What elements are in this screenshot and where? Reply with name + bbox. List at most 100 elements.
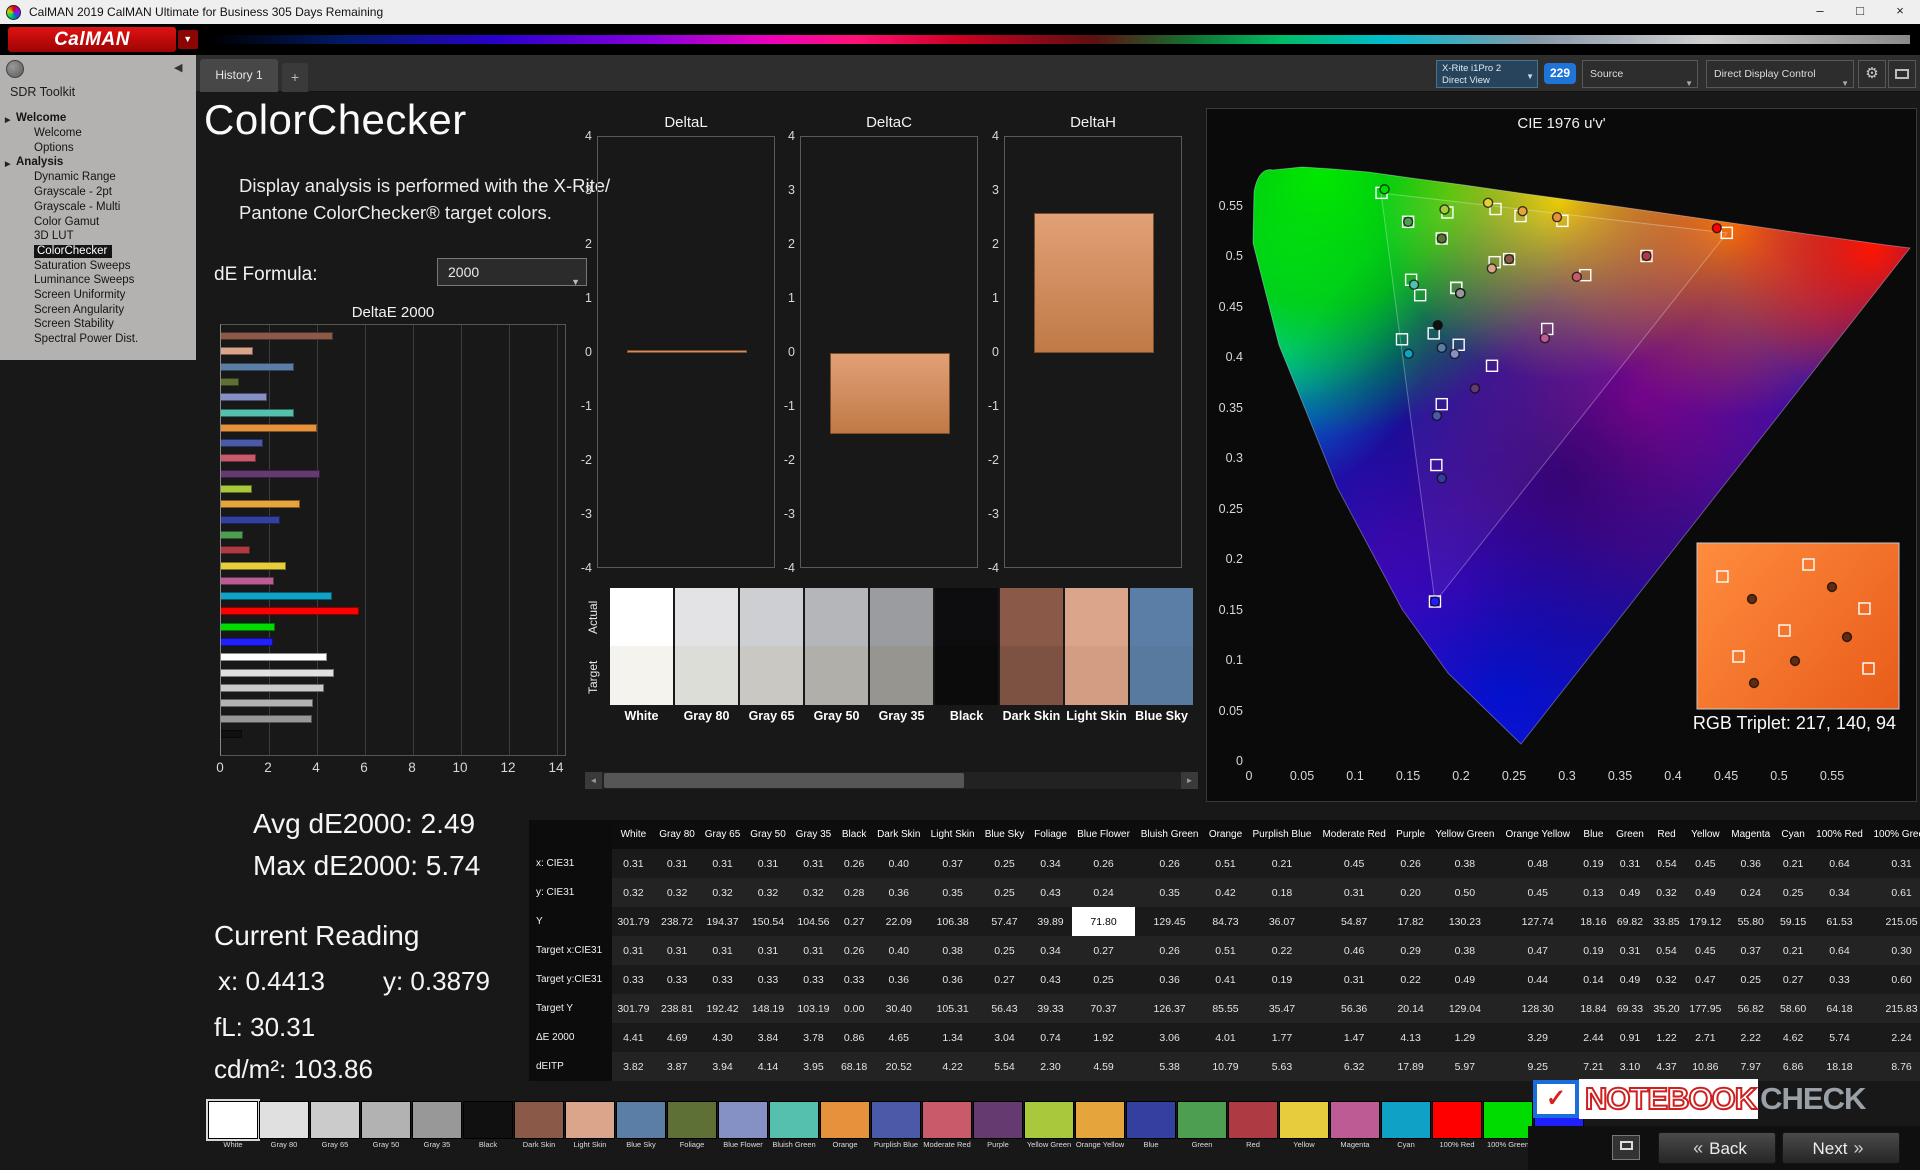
table-cell[interactable]: 36.07 [1247, 907, 1317, 936]
table-cell[interactable]: 3.78 [791, 1023, 836, 1052]
table-cell[interactable]: 0.25 [1775, 878, 1811, 907]
table-cell[interactable]: 301.79 [612, 907, 654, 936]
sidebar-item-welcome[interactable]: Welcome [0, 126, 196, 141]
patch-magenta[interactable]: Magenta [1330, 1101, 1380, 1150]
table-cell[interactable]: 238.72 [654, 907, 699, 936]
maximize-button[interactable]: □ [1840, 0, 1880, 24]
table-cell[interactable]: 39.89 [1029, 907, 1072, 936]
table-cell[interactable]: 5.38 [1135, 1052, 1204, 1081]
table-cell[interactable]: 6.32 [1317, 1052, 1391, 1081]
table-cell[interactable]: 0.33 [836, 965, 872, 994]
table-cell[interactable]: 0.54 [1649, 849, 1685, 878]
patch-yellow-green[interactable]: Yellow Green [1024, 1101, 1074, 1150]
table-cell[interactable]: 0.21 [1247, 849, 1317, 878]
table-cell[interactable]: 0.26 [836, 849, 872, 878]
table-cell[interactable]: 0.32 [791, 878, 836, 907]
sidebar-item-spectral-power-dist[interactable]: Spectral Power Dist. [0, 332, 196, 347]
source-dropdown[interactable]: Source ▼ [1582, 60, 1698, 88]
scrollbar-thumb[interactable] [604, 773, 964, 788]
table-cell[interactable]: 0.42 [1204, 878, 1247, 907]
table-cell[interactable]: 59.15 [1775, 907, 1811, 936]
table-cell[interactable]: 3.82 [612, 1052, 654, 1081]
compare-patch-gray-65[interactable]: Gray 65 [740, 588, 803, 728]
table-cell[interactable]: 0.31 [700, 849, 745, 878]
table-cell[interactable]: 215.05 [1868, 907, 1920, 936]
table-cell[interactable]: 1.22 [1649, 1023, 1685, 1052]
table-cell[interactable]: 22.09 [872, 907, 926, 936]
display-windows-button[interactable] [1888, 60, 1916, 88]
table-cell[interactable]: 0.31 [791, 936, 836, 965]
table-cell[interactable]: 20.52 [872, 1052, 926, 1081]
table-cell[interactable]: 0.31 [700, 936, 745, 965]
compare-patch-gray-35[interactable]: Gray 35 [870, 588, 933, 728]
table-cell[interactable]: 1.29 [1430, 1023, 1500, 1052]
table-cell[interactable]: 5.74 [1811, 1023, 1868, 1052]
table-cell[interactable]: 0.21 [1775, 936, 1811, 965]
table-cell[interactable]: 0.35 [1135, 878, 1204, 907]
table-cell[interactable]: 179.12 [1684, 907, 1726, 936]
table-cell[interactable]: 0.24 [1726, 878, 1775, 907]
table-cell[interactable]: 2.22 [1726, 1023, 1775, 1052]
table-cell[interactable]: 0.21 [1775, 849, 1811, 878]
settings-gear-button[interactable]: ⚙ [1858, 60, 1886, 88]
table-cell[interactable]: 0.45 [1500, 878, 1576, 907]
sidebar-item-colorchecker[interactable]: ColorChecker [0, 244, 196, 259]
table-cell[interactable]: 0.31 [791, 849, 836, 878]
table-cell[interactable]: 0.31 [612, 849, 654, 878]
table-cell[interactable]: 129.45 [1135, 907, 1204, 936]
table-cell[interactable]: 0.36 [1135, 965, 1204, 994]
table-cell[interactable]: 1.47 [1317, 1023, 1391, 1052]
table-cell[interactable]: 0.38 [926, 936, 980, 965]
table-cell[interactable]: 194.37 [700, 907, 745, 936]
add-tab-button[interactable]: + [282, 63, 308, 92]
table-cell[interactable]: 0.26 [836, 936, 872, 965]
table-cell[interactable]: 0.50 [1430, 878, 1500, 907]
layout-toggle-button[interactable] [1612, 1135, 1640, 1160]
table-cell[interactable]: 0.35 [926, 878, 980, 907]
table-cell[interactable]: 0.33 [612, 965, 654, 994]
sidebar-section-analysis[interactable]: ▶Analysis [0, 155, 196, 170]
table-cell[interactable]: 3.04 [980, 1023, 1030, 1052]
table-cell[interactable]: 5.54 [980, 1052, 1030, 1081]
table-cell[interactable]: 0.20 [1391, 878, 1430, 907]
table-cell[interactable]: 0.40 [872, 936, 926, 965]
sidebar-item-luminance-sweeps[interactable]: Luminance Sweeps [0, 273, 196, 288]
table-cell[interactable]: 3.84 [745, 1023, 790, 1052]
table-cell[interactable]: 104.56 [791, 907, 836, 936]
table-cell[interactable]: 0.24 [1072, 878, 1135, 907]
table-cell[interactable]: 0.31 [654, 849, 699, 878]
table-cell[interactable]: 2.71 [1684, 1023, 1726, 1052]
table-cell[interactable]: 0.33 [745, 965, 790, 994]
table-cell[interactable]: 71.80 [1072, 907, 1135, 936]
table-cell[interactable]: 0.28 [836, 878, 872, 907]
table-cell[interactable]: 0.25 [1726, 965, 1775, 994]
table-cell[interactable]: 0.33 [700, 965, 745, 994]
patch-moderate-red[interactable]: Moderate Red [922, 1101, 972, 1150]
table-cell[interactable]: 0.61 [1868, 878, 1920, 907]
table-cell[interactable]: 0.31 [1868, 849, 1920, 878]
table-cell[interactable]: 0.34 [1029, 936, 1072, 965]
table-cell[interactable]: 2.30 [1029, 1052, 1072, 1081]
sidebar-collapse-icon[interactable]: ◀ [174, 61, 182, 74]
table-cell[interactable]: 0.29 [1391, 936, 1430, 965]
patch-cyan[interactable]: Cyan [1381, 1101, 1431, 1150]
table-cell[interactable]: 0.45 [1317, 849, 1391, 878]
scroll-left-button[interactable]: ◄ [585, 772, 602, 789]
table-cell[interactable]: 0.60 [1868, 965, 1920, 994]
table-cell[interactable]: 35.20 [1649, 994, 1685, 1023]
table-cell[interactable]: 0.25 [980, 936, 1030, 965]
table-cell[interactable]: 106.38 [926, 907, 980, 936]
table-cell[interactable]: 0.37 [926, 849, 980, 878]
table-cell[interactable]: 3.87 [654, 1052, 699, 1081]
table-cell[interactable]: 84.73 [1204, 907, 1247, 936]
patch-blue[interactable]: Blue [1126, 1101, 1176, 1150]
patch-100-red[interactable]: 100% Red [1432, 1101, 1482, 1150]
table-cell[interactable]: 10.79 [1204, 1052, 1247, 1081]
patch-100-green[interactable]: 100% Green [1483, 1101, 1533, 1150]
table-cell[interactable]: 0.26 [1135, 849, 1204, 878]
patch-gray-65[interactable]: Gray 65 [310, 1101, 360, 1150]
patch-white[interactable]: White [208, 1101, 258, 1150]
table-cell[interactable]: 0.22 [1391, 965, 1430, 994]
table-cell[interactable]: 0.18 [1247, 878, 1317, 907]
table-cell[interactable]: 18.16 [1576, 907, 1612, 936]
